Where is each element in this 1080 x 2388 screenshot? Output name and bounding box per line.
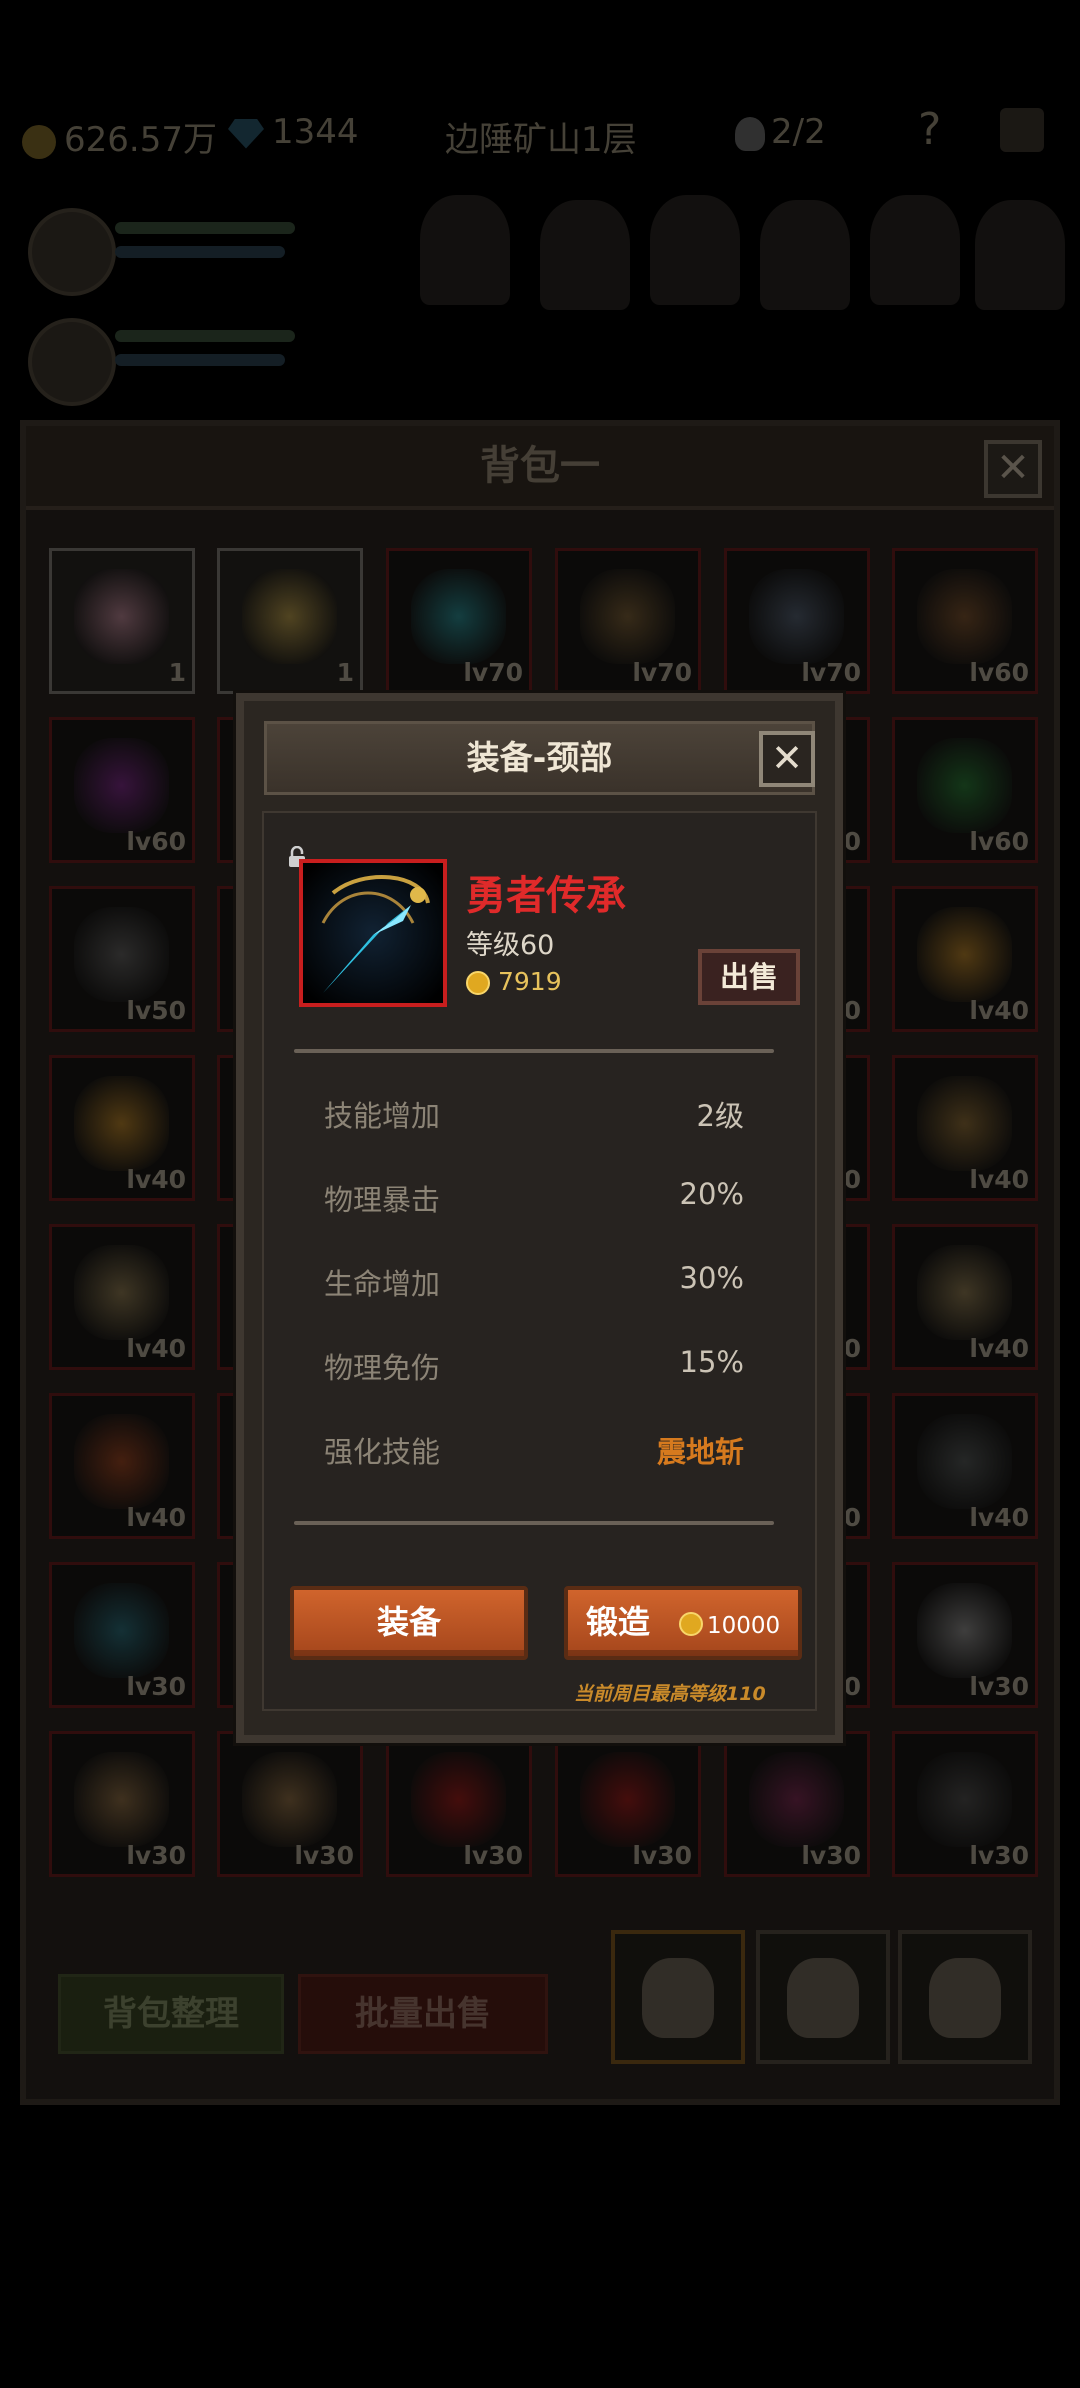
pendant-icon[interactable] bbox=[299, 859, 447, 1007]
stat-row: 物理暴击 20% bbox=[324, 1177, 744, 1217]
equipment-dialog: 装备-颈部 ✕ 勇者传承 等级60 7919 出售 技能增加 2级 物理暴击 20%… bbox=[236, 693, 843, 1743]
stat-row-enhanced-skill: 强化技能 震地斩 bbox=[324, 1435, 744, 1469]
gold-coin-icon bbox=[678, 1612, 703, 1636]
forge-button[interactable]: 锻造 10000 bbox=[564, 1586, 802, 1660]
item-level: 等级60 bbox=[466, 930, 555, 961]
sell-button[interactable]: 出售 bbox=[698, 949, 800, 1005]
divider bbox=[294, 1049, 774, 1053]
gold-coin-icon bbox=[466, 971, 490, 995]
stat-row: 技能增加 2级 bbox=[324, 1099, 744, 1133]
item-name: 勇者传承 bbox=[466, 873, 626, 919]
dialog-close-button[interactable]: ✕ bbox=[759, 731, 815, 787]
divider bbox=[294, 1521, 774, 1525]
max-level-note: 当前周目最高等级110 bbox=[574, 1683, 766, 1705]
stat-row: 物理免伤 15% bbox=[324, 1345, 744, 1385]
equip-button[interactable]: 装备 bbox=[290, 1586, 528, 1660]
item-price: 7919 bbox=[466, 967, 562, 996]
stat-row: 生命增加 30% bbox=[324, 1261, 744, 1301]
dialog-title: 装备-颈部 bbox=[264, 721, 815, 795]
